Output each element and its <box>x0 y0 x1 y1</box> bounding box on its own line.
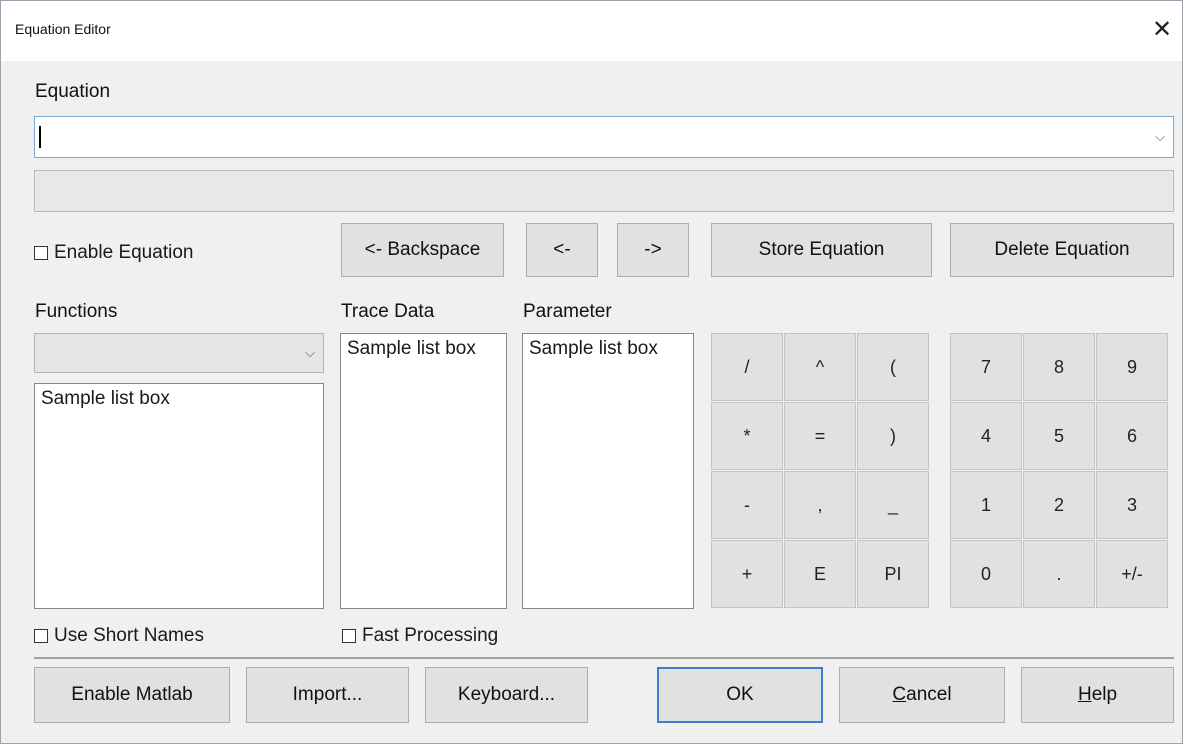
enable-equation-checkbox[interactable]: Enable Equation <box>34 242 193 264</box>
operator-key[interactable]: - <box>711 471 783 539</box>
operator-key[interactable]: ( <box>857 333 929 401</box>
cancel-label-rest: ancel <box>906 684 952 705</box>
number-key[interactable]: 9 <box>1096 333 1168 401</box>
equation-preview-field <box>34 170 1174 212</box>
cursor-left-button[interactable]: <- <box>526 223 598 277</box>
keyboard-button[interactable]: Keyboard... <box>425 667 588 723</box>
operator-key[interactable]: ) <box>857 402 929 470</box>
parameter-listbox[interactable]: Sample list box <box>522 333 694 609</box>
use-short-names-checkbox[interactable]: Use Short Names <box>34 625 204 647</box>
parameter-label: Parameter <box>523 301 612 322</box>
chevron-down-icon[interactable]: ⌵ <box>1155 117 1165 157</box>
cancel-mnemonic: C <box>892 684 907 705</box>
cancel-button[interactable]: Cancel <box>839 667 1005 723</box>
number-key[interactable]: 8 <box>1023 333 1095 401</box>
equation-combobox[interactable]: ⌵ <box>34 116 1174 158</box>
number-key[interactable]: 3 <box>1096 471 1168 539</box>
operator-key[interactable]: _ <box>857 471 929 539</box>
number-key[interactable]: +/- <box>1096 540 1168 608</box>
functions-listbox[interactable]: Sample list box <box>34 383 324 609</box>
backspace-button[interactable]: <- Backspace <box>341 223 504 277</box>
list-item[interactable]: Sample list box <box>347 338 500 360</box>
window-title: Equation Editor <box>15 21 111 37</box>
import-button[interactable]: Import... <box>246 667 409 723</box>
trace-data-label: Trace Data <box>341 301 435 322</box>
use-short-names-label: Use Short Names <box>54 625 204 646</box>
number-key[interactable]: 0 <box>950 540 1022 608</box>
footer-divider <box>34 657 1174 659</box>
help-mnemonic: H <box>1077 684 1092 705</box>
store-equation-button[interactable]: Store Equation <box>711 223 932 277</box>
delete-equation-button[interactable]: Delete Equation <box>950 223 1174 277</box>
cursor-right-button[interactable]: -> <box>617 223 689 277</box>
checkbox-box[interactable] <box>34 246 48 260</box>
operator-key[interactable]: PI <box>857 540 929 608</box>
trace-data-listbox[interactable]: Sample list box <box>340 333 507 609</box>
ok-button[interactable]: OK <box>657 667 823 723</box>
operator-key[interactable]: * <box>711 402 783 470</box>
help-button[interactable]: Help <box>1021 667 1174 723</box>
list-item[interactable]: Sample list box <box>529 338 687 360</box>
number-key[interactable]: 5 <box>1023 402 1095 470</box>
close-icon[interactable]: ✕ <box>1142 9 1182 49</box>
functions-label: Functions <box>35 301 118 322</box>
equation-editor-dialog: Equation Editor ✕ Equation ⌵ Enable Equa… <box>0 0 1183 744</box>
number-key[interactable]: . <box>1023 540 1095 608</box>
operator-key[interactable]: , <box>784 471 856 539</box>
operator-key[interactable]: = <box>784 402 856 470</box>
enable-equation-label: Enable Equation <box>54 242 194 263</box>
number-key[interactable]: 1 <box>950 471 1022 539</box>
fast-processing-checkbox[interactable]: Fast Processing <box>342 625 498 647</box>
number-key[interactable]: 4 <box>950 402 1022 470</box>
operator-key[interactable]: + <box>711 540 783 608</box>
number-key[interactable]: 7 <box>950 333 1022 401</box>
chevron-down-icon[interactable]: ⌵ <box>305 334 315 372</box>
operator-key[interactable]: ^ <box>784 333 856 401</box>
list-item[interactable]: Sample list box <box>41 388 317 410</box>
checkbox-box[interactable] <box>342 629 356 643</box>
enable-matlab-button[interactable]: Enable Matlab <box>34 667 230 723</box>
operator-key[interactable]: / <box>711 333 783 401</box>
text-cursor <box>39 126 41 148</box>
functions-category-dropdown[interactable]: ⌵ <box>34 333 324 373</box>
fast-processing-label: Fast Processing <box>362 625 499 646</box>
equation-label: Equation <box>35 81 111 102</box>
number-key[interactable]: 6 <box>1096 402 1168 470</box>
operator-key[interactable]: E <box>784 540 856 608</box>
help-label-rest: elp <box>1091 684 1118 705</box>
number-key[interactable]: 2 <box>1023 471 1095 539</box>
title-bar: Equation Editor ✕ <box>1 1 1182 61</box>
checkbox-box[interactable] <box>34 629 48 643</box>
